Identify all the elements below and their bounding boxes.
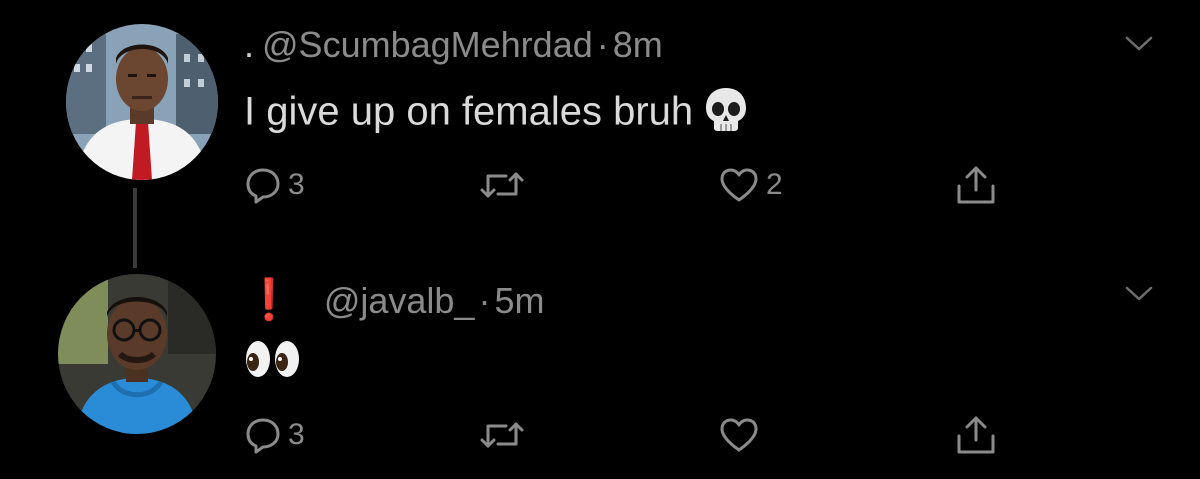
like-count: 2 <box>766 168 783 201</box>
retweet-icon <box>480 172 524 198</box>
handle[interactable]: @javalb_ <box>324 280 475 321</box>
tweet[interactable]: ❗ @javalb_ · 5m 3 <box>0 262 1200 479</box>
tweet-actions: 3 <box>0 410 1200 460</box>
separator-dot: · <box>596 24 609 65</box>
share-button[interactable] <box>954 410 998 460</box>
separator-dot: · <box>478 280 491 321</box>
reply-icon <box>246 418 280 454</box>
tweet-header: ❗ @javalb_ · 5m <box>244 276 544 323</box>
reply-icon <box>246 168 280 204</box>
timestamp[interactable]: 8m <box>613 24 663 65</box>
skull-emoji <box>704 86 748 142</box>
display-name[interactable]: . <box>244 24 254 65</box>
reply-count: 3 <box>288 168 305 201</box>
tweet-header: . @ScumbagMehrdad · 8m <box>244 24 663 66</box>
tweet-text-content: I give up on females bruh <box>244 89 694 134</box>
chevron-down-icon[interactable] <box>1124 284 1154 304</box>
reply-count: 3 <box>288 418 305 451</box>
like-button[interactable] <box>718 410 766 460</box>
reply-button[interactable]: 3 <box>244 160 305 210</box>
eyes-emoji <box>244 338 302 390</box>
retweet-icon <box>480 422 524 448</box>
share-icon <box>957 166 995 204</box>
heart-icon <box>720 168 758 202</box>
retweet-button[interactable] <box>478 160 532 210</box>
tweet-text: I give up on females bruh <box>244 86 748 142</box>
handle[interactable]: @ScumbagMehrdad <box>262 24 593 65</box>
like-button[interactable]: 2 <box>718 160 783 210</box>
share-icon <box>957 416 995 454</box>
avatar[interactable] <box>66 24 218 180</box>
tweet-text <box>244 338 302 390</box>
retweet-button[interactable] <box>478 410 532 460</box>
tweet-actions: 3 2 <box>0 160 1200 210</box>
reply-button[interactable]: 3 <box>244 410 305 460</box>
chevron-down-icon[interactable] <box>1124 34 1154 54</box>
heart-icon <box>720 418 758 452</box>
display-name[interactable]: ❗ <box>244 278 294 322</box>
share-button[interactable] <box>954 160 998 210</box>
timestamp[interactable]: 5m <box>494 280 544 321</box>
tweet[interactable]: . @ScumbagMehrdad · 8m I give up on females… <box>0 0 1200 268</box>
